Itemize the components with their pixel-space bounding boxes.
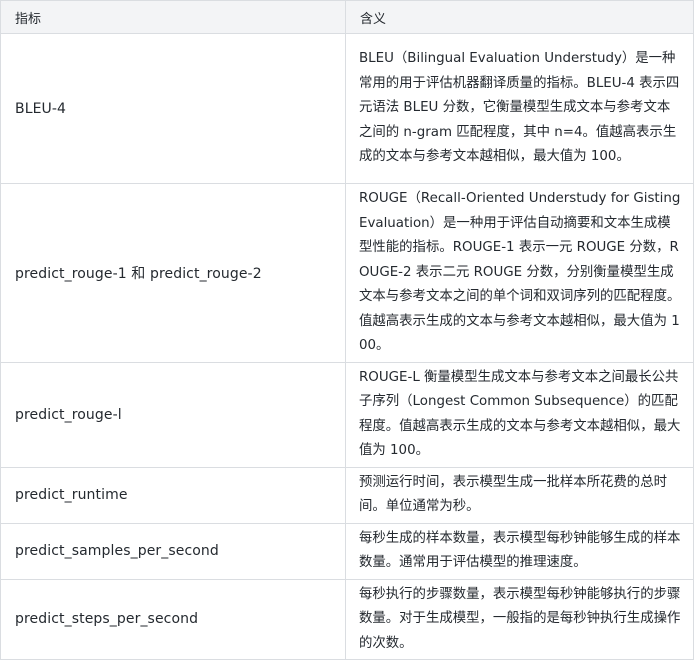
metric-name: predict_rouge-1 和 predict_rouge-2 (0, 183, 346, 363)
metric-name: predict_steps_per_second (0, 578, 346, 660)
metric-meaning: 每秒执行的步骤数量，表示模型每秒钟能够执行的步骤数量。对于生成模型，一般指的是每… (345, 578, 694, 660)
metric-meaning: ROUGE（Recall-Oriented Understudy for Gis… (345, 183, 694, 363)
metric-name: predict_samples_per_second (0, 522, 346, 580)
metric-meaning: 每秒生成的样本数量，表示模型每秒钟能够生成的样本数量。通常用于评估模型的推理速度… (345, 522, 694, 580)
metric-name: predict_rouge-l (0, 361, 346, 468)
table-row: predict_samples_per_second 每秒生成的样本数量，表示模… (0, 522, 694, 580)
metric-meaning: 预测运行时间，表示模型生成一批样本所花费的总时间。单位通常为秒。 (345, 466, 694, 524)
table-row: predict_rouge-l ROUGE-L 衡量模型生成文本与参考文本之间最… (0, 361, 694, 468)
table-row: predict_steps_per_second 每秒执行的步骤数量，表示模型每… (0, 578, 694, 660)
metric-meaning: ROUGE-L 衡量模型生成文本与参考文本之间最长公共子序列（Longest C… (345, 361, 694, 468)
header-row: 指标 含义 (0, 0, 694, 34)
table-body: BLEU-4 BLEU（Bilingual Evaluation Underst… (0, 33, 694, 660)
table-row: predict_rouge-1 和 predict_rouge-2 ROUGE（… (0, 183, 694, 363)
table-header: 指标 含义 (0, 0, 694, 34)
table-row: predict_runtime 预测运行时间，表示模型生成一批样本所花费的总时间… (0, 466, 694, 524)
metric-name: BLEU-4 (0, 33, 346, 184)
metrics-table: 指标 含义 BLEU-4 BLEU（Bilingual Evaluation U… (0, 0, 694, 660)
metric-meaning: BLEU（Bilingual Evaluation Understudy）是一种… (345, 33, 694, 184)
table-row: BLEU-4 BLEU（Bilingual Evaluation Underst… (0, 33, 694, 184)
header-metric: 指标 (0, 0, 346, 34)
metric-name: predict_runtime (0, 466, 346, 524)
header-meaning: 含义 (345, 0, 694, 34)
